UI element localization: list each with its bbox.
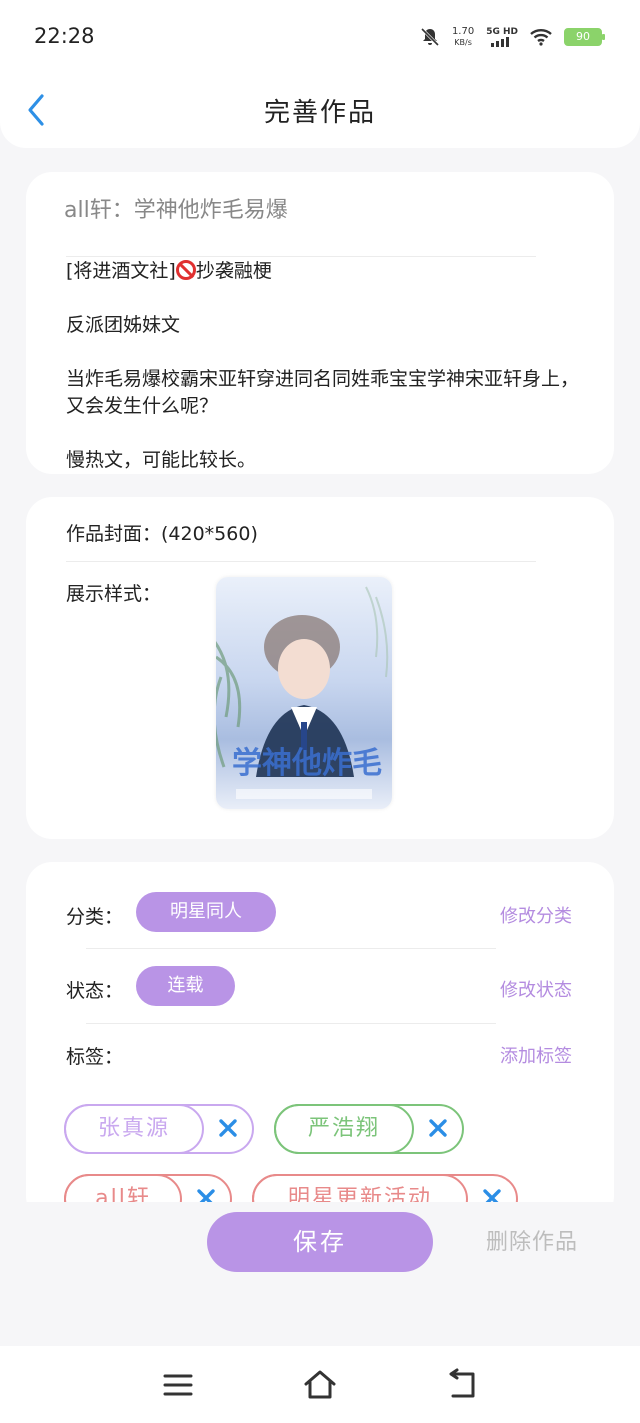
tag-chip: 张真源 (64, 1104, 254, 1154)
divider (66, 561, 536, 562)
intro-line: 当炸毛易爆校霸宋亚轩穿进同名同姓乖宝宝学神宋亚轩身上，又会发生什么呢？ (66, 368, 580, 417)
category-label: 分类： (66, 906, 124, 928)
signal-icon (491, 37, 510, 47)
work-title-input[interactable]: all轩：学神他炸毛易爆 (64, 192, 288, 224)
edit-status-link[interactable]: 修改状态 (500, 976, 572, 1002)
system-nav-bar (0, 1346, 640, 1423)
cover-card: 作品封面：(420*560) 展示样式： 学神他炸毛 (26, 497, 614, 839)
intro-line: 慢热文，可能比较长。 (66, 449, 257, 471)
category-pill[interactable]: 明星同人 (136, 892, 276, 932)
tags-label: 标签： (66, 1046, 124, 1068)
status-icons: 1.70 KB/s 5G HD 90 (420, 26, 605, 48)
net-speed: 1.70 KB/s (451, 26, 475, 47)
nav-bar: 完善作品 (0, 76, 640, 148)
save-button[interactable]: 保存 (207, 1212, 433, 1272)
cover-image[interactable]: 学神他炸毛 (216, 577, 392, 809)
tag-label: 张真源 (64, 1104, 204, 1154)
work-info-card: all轩：学神他炸毛易爆 [将进酒文社] 抄袭融梗 反派团姊妹文 当炸毛易爆校霸宋… (26, 172, 614, 474)
bottom-action-area: 保存 删除作品 (0, 1202, 640, 1346)
delete-work-button[interactable]: 删除作品 (486, 1224, 578, 1256)
status-time: 22:28 (34, 24, 95, 48)
add-tag-link[interactable]: 添加标签 (500, 1042, 572, 1068)
work-intro-textarea[interactable]: [将进酒文社] 抄袭融梗 反派团姊妹文 当炸毛易爆校霸宋亚轩穿进同名同姓乖宝宝学神… (66, 258, 586, 474)
close-icon[interactable] (216, 1116, 240, 1140)
edit-category-link[interactable]: 修改分类 (500, 902, 572, 928)
tag-chip: 严浩翔 (274, 1104, 464, 1154)
tag-label: 严浩翔 (274, 1104, 414, 1154)
intro-line: 反派团姊妹文 (66, 314, 181, 336)
mute-bell-icon (420, 27, 439, 47)
home-icon[interactable] (303, 1368, 337, 1402)
cover-label: 作品封面：(420*560) (66, 523, 258, 545)
meta-card: 分类： 明星同人 修改分类 状态： 连载 修改状态 标签： 添加标签 张真源 严… (26, 862, 614, 1222)
svg-text:学神他炸毛: 学神他炸毛 (232, 746, 382, 781)
status-label: 状态： (66, 980, 124, 1002)
intro-line: [将进酒文社] 抄袭融梗 (66, 260, 272, 282)
divider (66, 256, 536, 257)
menu-icon[interactable] (161, 1368, 195, 1402)
back-icon[interactable] (445, 1368, 479, 1402)
close-icon[interactable] (426, 1116, 450, 1140)
status-pill[interactable]: 连载 (136, 966, 235, 1006)
prohibited-icon (175, 260, 196, 280)
battery-icon: 90 (564, 28, 605, 46)
divider (86, 948, 496, 949)
cover-illustration: 学神他炸毛 (216, 586, 389, 799)
page-title: 完善作品 (263, 98, 376, 128)
divider (86, 1023, 496, 1024)
signal-indicator: 5G HD (486, 27, 518, 47)
status-bar: 22:28 1.70 KB/s 5G HD 90 (0, 0, 640, 76)
wifi-icon (530, 29, 552, 46)
display-style-label: 展示样式： (66, 583, 162, 605)
